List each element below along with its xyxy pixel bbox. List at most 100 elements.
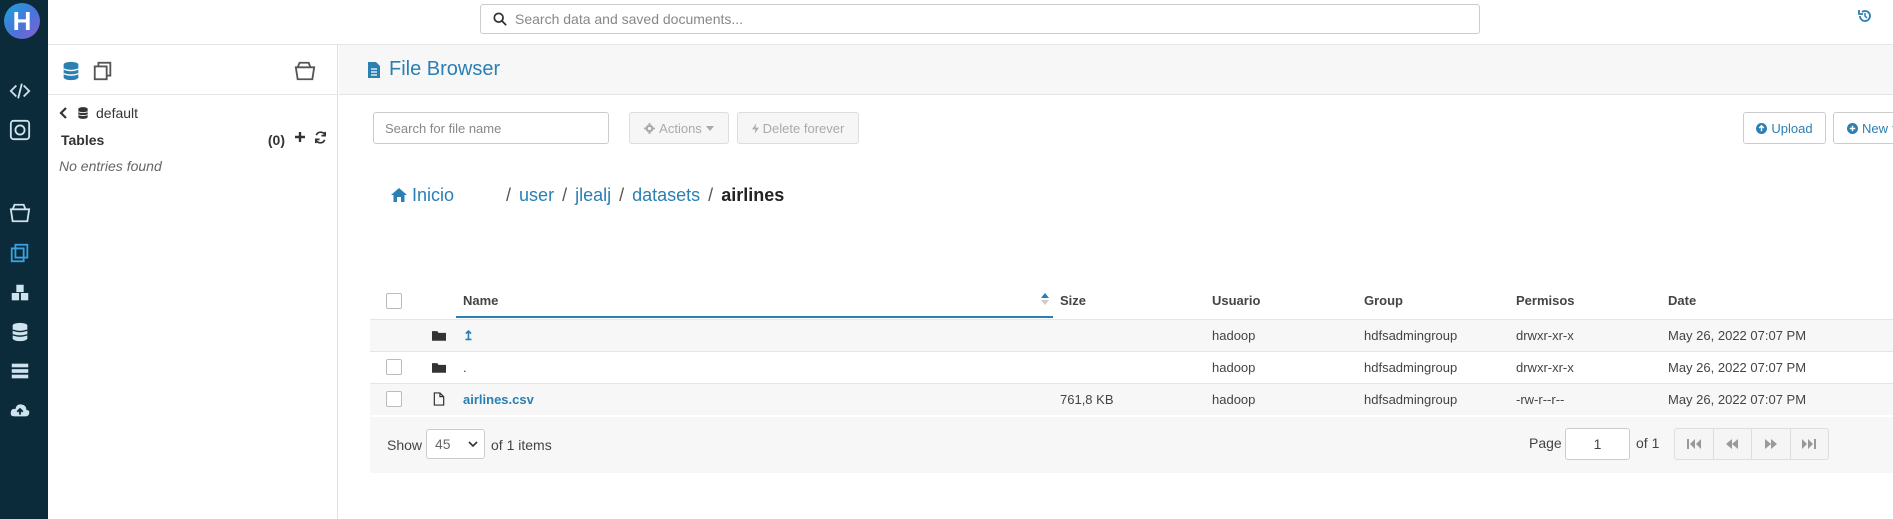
actions-label: Actions bbox=[659, 120, 702, 136]
file-name-link[interactable]: . bbox=[463, 360, 467, 375]
select-all-checkbox[interactable] bbox=[386, 293, 402, 309]
breadcrumb-home-label: Inicio bbox=[412, 184, 455, 205]
first-page-button[interactable] bbox=[1675, 429, 1714, 459]
file-date: May 26, 2022 07:07 PM bbox=[1668, 360, 1807, 375]
breadcrumb-separator: / bbox=[562, 184, 568, 205]
breadcrumb-separator: / bbox=[619, 184, 625, 205]
toolbar: Search for file name Actions Delete fore… bbox=[373, 112, 1893, 146]
file-search-input[interactable]: Search for file name bbox=[373, 112, 609, 144]
breadcrumb-user[interactable]: user bbox=[519, 185, 554, 206]
column-date[interactable]: Date bbox=[1668, 293, 1696, 308]
page-size-value: 45 bbox=[435, 436, 451, 452]
cubes-icon[interactable] bbox=[8, 281, 32, 305]
items-count: of 1 items bbox=[491, 437, 552, 453]
tables-empty-message: No entries found bbox=[59, 158, 162, 174]
upload-button[interactable]: Upload bbox=[1743, 112, 1826, 144]
folder-icon bbox=[432, 363, 446, 373]
page-header: File Browser bbox=[339, 45, 1893, 95]
left-nav: H bbox=[0, 0, 48, 519]
assist-database-row[interactable]: default bbox=[58, 105, 138, 121]
pagination-controls bbox=[1674, 428, 1829, 460]
pages-count: of 1 bbox=[1636, 435, 1660, 451]
breadcrumb-separator: / bbox=[506, 184, 512, 205]
file-permissions: drwxr-xr-x bbox=[1516, 328, 1574, 343]
show-label: Show bbox=[387, 437, 423, 453]
upload-label: Upload bbox=[1771, 120, 1813, 136]
importer-icon[interactable] bbox=[8, 398, 32, 422]
table-row[interactable]: . hadoop hdfsadmingroup drwxr-xr-x May 2… bbox=[370, 351, 1893, 383]
assist-sql-tab-icon[interactable] bbox=[60, 60, 82, 82]
table-footer: Show 45 of 1 items Page 1 of 1 bbox=[370, 417, 1893, 473]
breadcrumb-datasets[interactable]: datasets bbox=[632, 185, 700, 206]
documents-icon[interactable] bbox=[8, 201, 32, 225]
history-icon[interactable] bbox=[1857, 8, 1873, 24]
next-page-button[interactable] bbox=[1752, 429, 1791, 459]
refresh-icon[interactable] bbox=[314, 131, 327, 144]
home-icon bbox=[391, 188, 407, 202]
last-page-button[interactable] bbox=[1791, 429, 1829, 459]
files-icon[interactable] bbox=[8, 241, 32, 265]
column-permissions[interactable]: Permisos bbox=[1516, 293, 1575, 308]
row-checkbox[interactable] bbox=[386, 359, 402, 375]
new-label: New bbox=[1861, 120, 1888, 136]
file-permissions: drwxr-xr-x bbox=[1516, 360, 1574, 375]
column-user[interactable]: Usuario bbox=[1212, 293, 1260, 308]
table-header: Name Size Usuario Group Permisos Date bbox=[370, 283, 1893, 319]
actions-button[interactable]: Actions bbox=[629, 112, 729, 144]
row-checkbox[interactable] bbox=[386, 391, 402, 407]
top-bar: Search data and saved documents... bbox=[48, 0, 1893, 45]
column-name[interactable]: Name bbox=[463, 293, 498, 308]
logo-letter: H bbox=[12, 6, 32, 36]
page-size-select[interactable]: 45 bbox=[426, 429, 485, 459]
assist-files-tab-icon[interactable] bbox=[92, 60, 114, 82]
page-title: File Browser bbox=[389, 58, 501, 80]
breadcrumb-home[interactable]: Inicio bbox=[391, 185, 454, 206]
global-search-input[interactable]: Search data and saved documents... bbox=[480, 4, 1480, 34]
jobs-icon[interactable] bbox=[8, 359, 32, 383]
last-page-icon bbox=[1802, 439, 1817, 449]
file-icon bbox=[433, 392, 445, 406]
delete-forever-button[interactable]: Delete forever bbox=[737, 112, 859, 144]
file-user: hadoop bbox=[1212, 328, 1256, 343]
first-page-icon bbox=[1686, 439, 1701, 449]
page-label: Page bbox=[1529, 435, 1562, 451]
previous-page-button[interactable] bbox=[1714, 429, 1752, 459]
tables-icon[interactable] bbox=[8, 320, 32, 344]
search-icon bbox=[493, 12, 507, 26]
bolt-icon bbox=[751, 122, 759, 134]
file-group: hdfsadmingroup bbox=[1364, 328, 1458, 343]
main-content: File Browser Search for file name Action… bbox=[339, 45, 1893, 519]
gear-icon bbox=[644, 122, 656, 134]
sort-underline bbox=[456, 316, 1053, 318]
breadcrumb-current: airlines bbox=[721, 184, 785, 205]
file-size: 761,8 KB bbox=[1060, 392, 1114, 407]
breadcrumb-jlealj[interactable]: jlealj bbox=[575, 185, 611, 206]
file-permissions: -rw-r--r-- bbox=[1516, 392, 1565, 407]
chevron-down-icon bbox=[468, 441, 478, 448]
new-button[interactable]: New bbox=[1833, 112, 1893, 144]
database-icon bbox=[78, 107, 88, 119]
page-number-input[interactable]: 1 bbox=[1565, 428, 1630, 460]
sort-asc-icon[interactable] bbox=[1040, 292, 1050, 306]
caret-down-icon bbox=[705, 125, 714, 131]
scheduler-icon[interactable] bbox=[8, 118, 32, 142]
global-search-placeholder: Search data and saved documents... bbox=[515, 11, 744, 27]
file-name-link[interactable]: ↥ bbox=[463, 328, 474, 344]
file-date: May 26, 2022 07:07 PM bbox=[1668, 328, 1807, 343]
folder-icon bbox=[432, 331, 446, 341]
database-name: default bbox=[96, 105, 139, 121]
breadcrumb-separator: / bbox=[708, 184, 714, 205]
table-row[interactable]: airlines.csv 761,8 KB hadoop hdfsadmingr… bbox=[370, 383, 1893, 415]
editor-icon[interactable] bbox=[8, 79, 32, 103]
breadcrumb: Inicio / user / jlealj / datasets / airl… bbox=[391, 181, 784, 209]
assist-panel: default Tables (0) No entries found bbox=[48, 45, 338, 519]
chevron-left-icon[interactable] bbox=[58, 107, 70, 119]
file-date: May 26, 2022 07:07 PM bbox=[1668, 392, 1807, 407]
add-icon[interactable] bbox=[294, 131, 306, 143]
hue-logo[interactable]: H bbox=[0, 0, 48, 44]
assist-documents-tab-icon[interactable] bbox=[294, 60, 316, 82]
column-size[interactable]: Size bbox=[1060, 293, 1086, 308]
file-name-link[interactable]: airlines.csv bbox=[463, 392, 534, 407]
column-group[interactable]: Group bbox=[1364, 293, 1403, 308]
table-row[interactable]: ↥ hadoop hdfsadmingroup drwxr-xr-x May 2… bbox=[370, 319, 1893, 351]
